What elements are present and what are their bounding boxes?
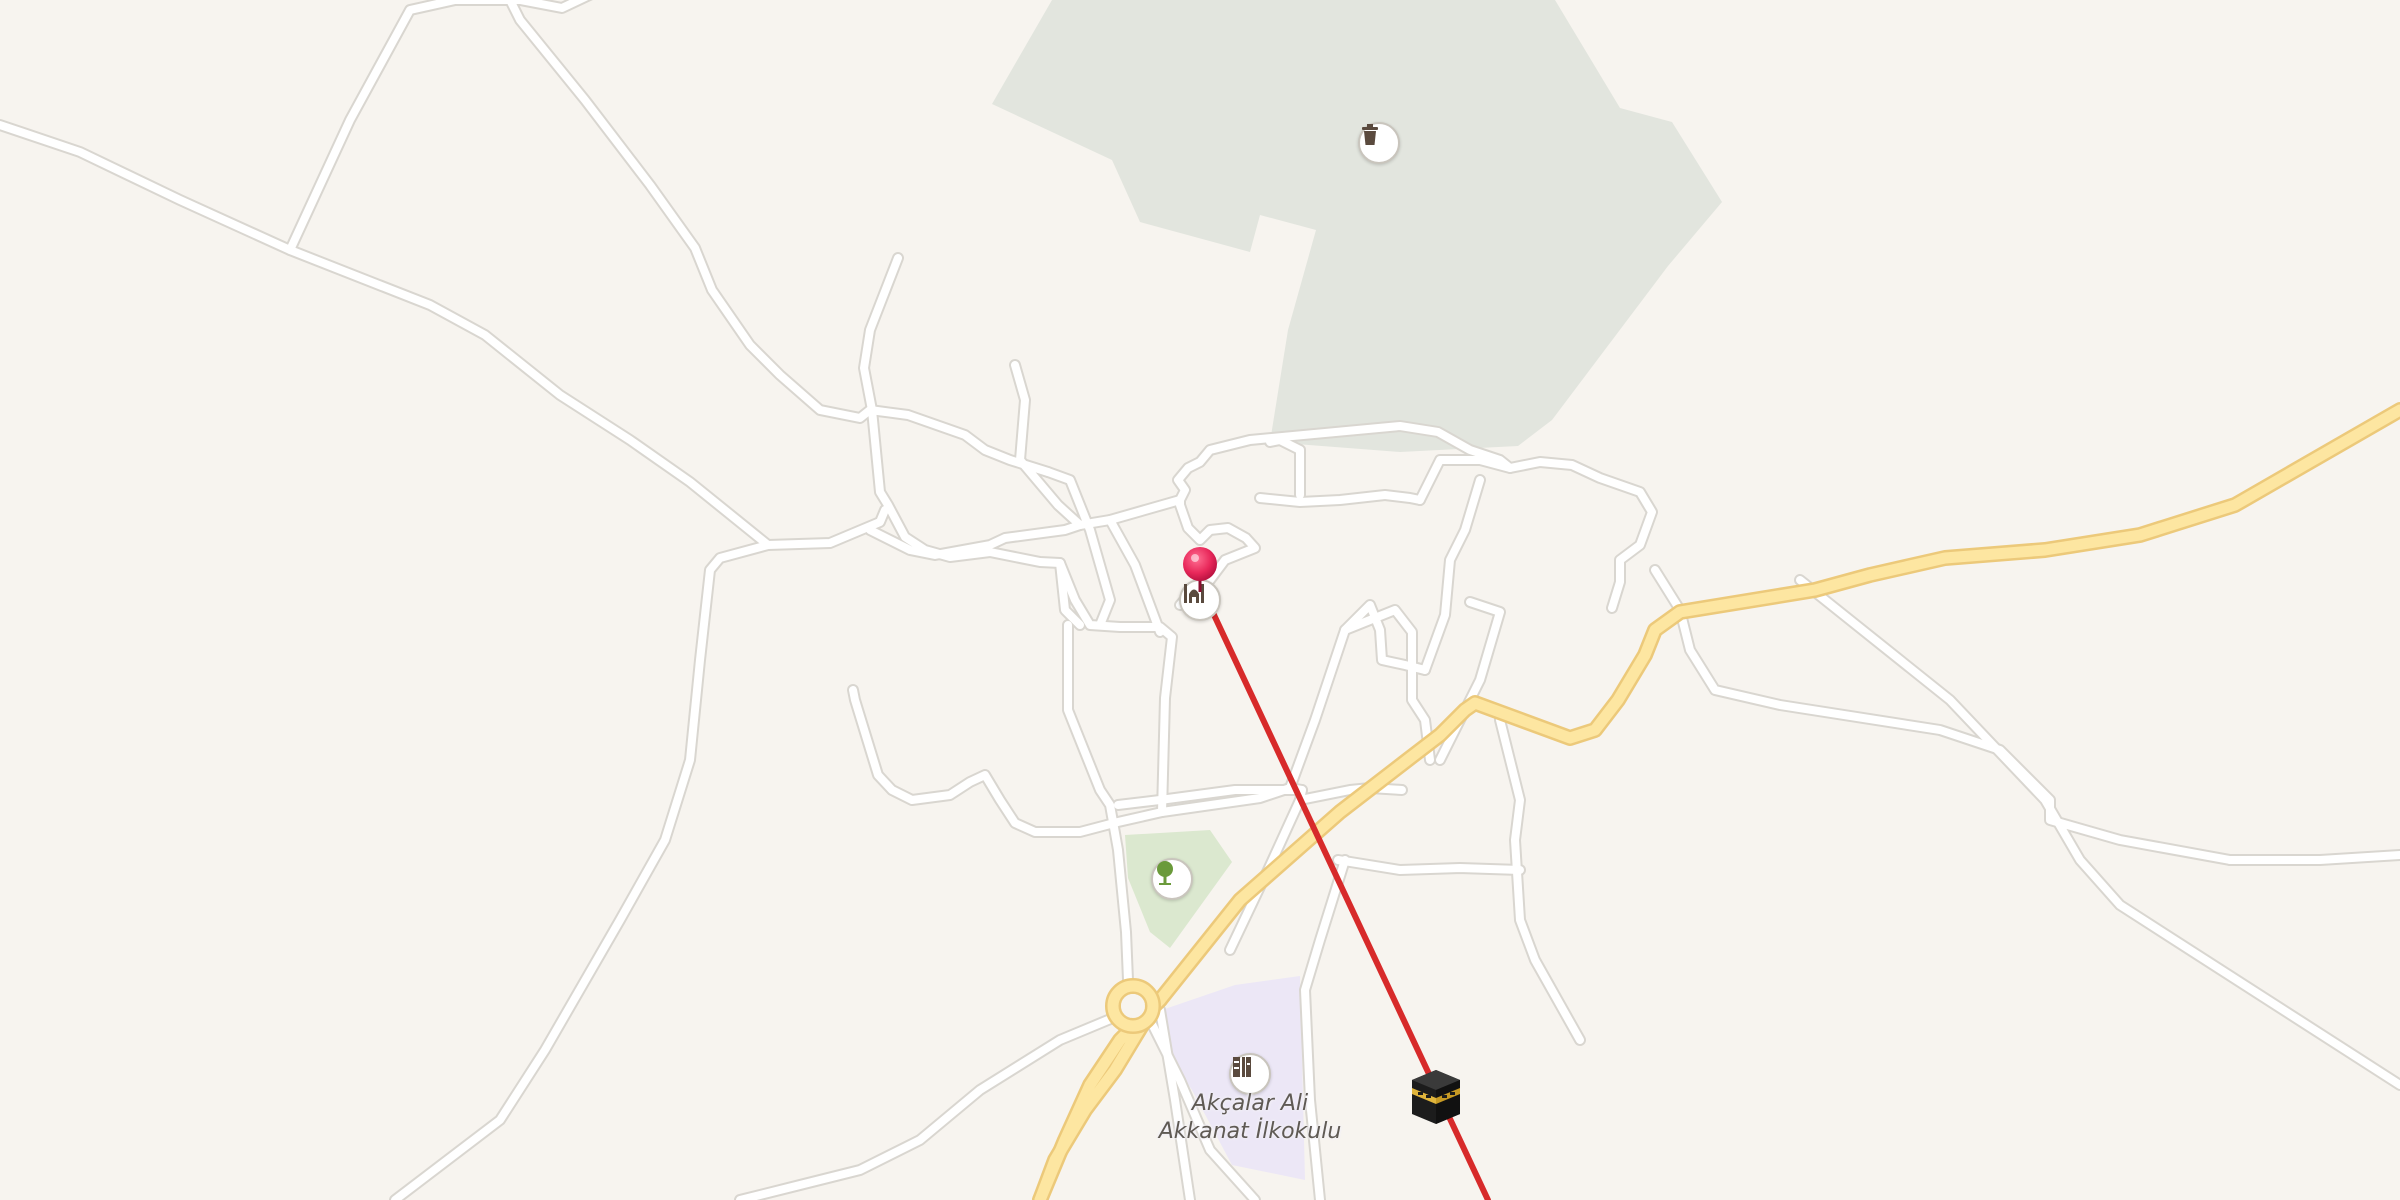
school-area-label: Akçalar Ali Akkanat İlkokulu: [1150, 1090, 1350, 1146]
kaaba-icon[interactable]: [1408, 1066, 1464, 1126]
location-pin-icon[interactable]: [1181, 546, 1219, 592]
forest-area: [992, 0, 1722, 452]
park-tree-poi-icon[interactable]: [1151, 858, 1193, 900]
roundabout: [1105, 978, 1161, 1034]
school-poi-icon[interactable]: [1229, 1053, 1271, 1095]
map-canvas[interactable]: Akçalar Ali Akkanat İlkokulu: [0, 0, 2400, 1200]
school-area-label-line1: Akçalar Ali: [1191, 1091, 1309, 1116]
trash-bin-poi-icon[interactable]: [1358, 122, 1400, 164]
school-area-label-line2: Akkanat İlkokulu: [1158, 1119, 1342, 1144]
